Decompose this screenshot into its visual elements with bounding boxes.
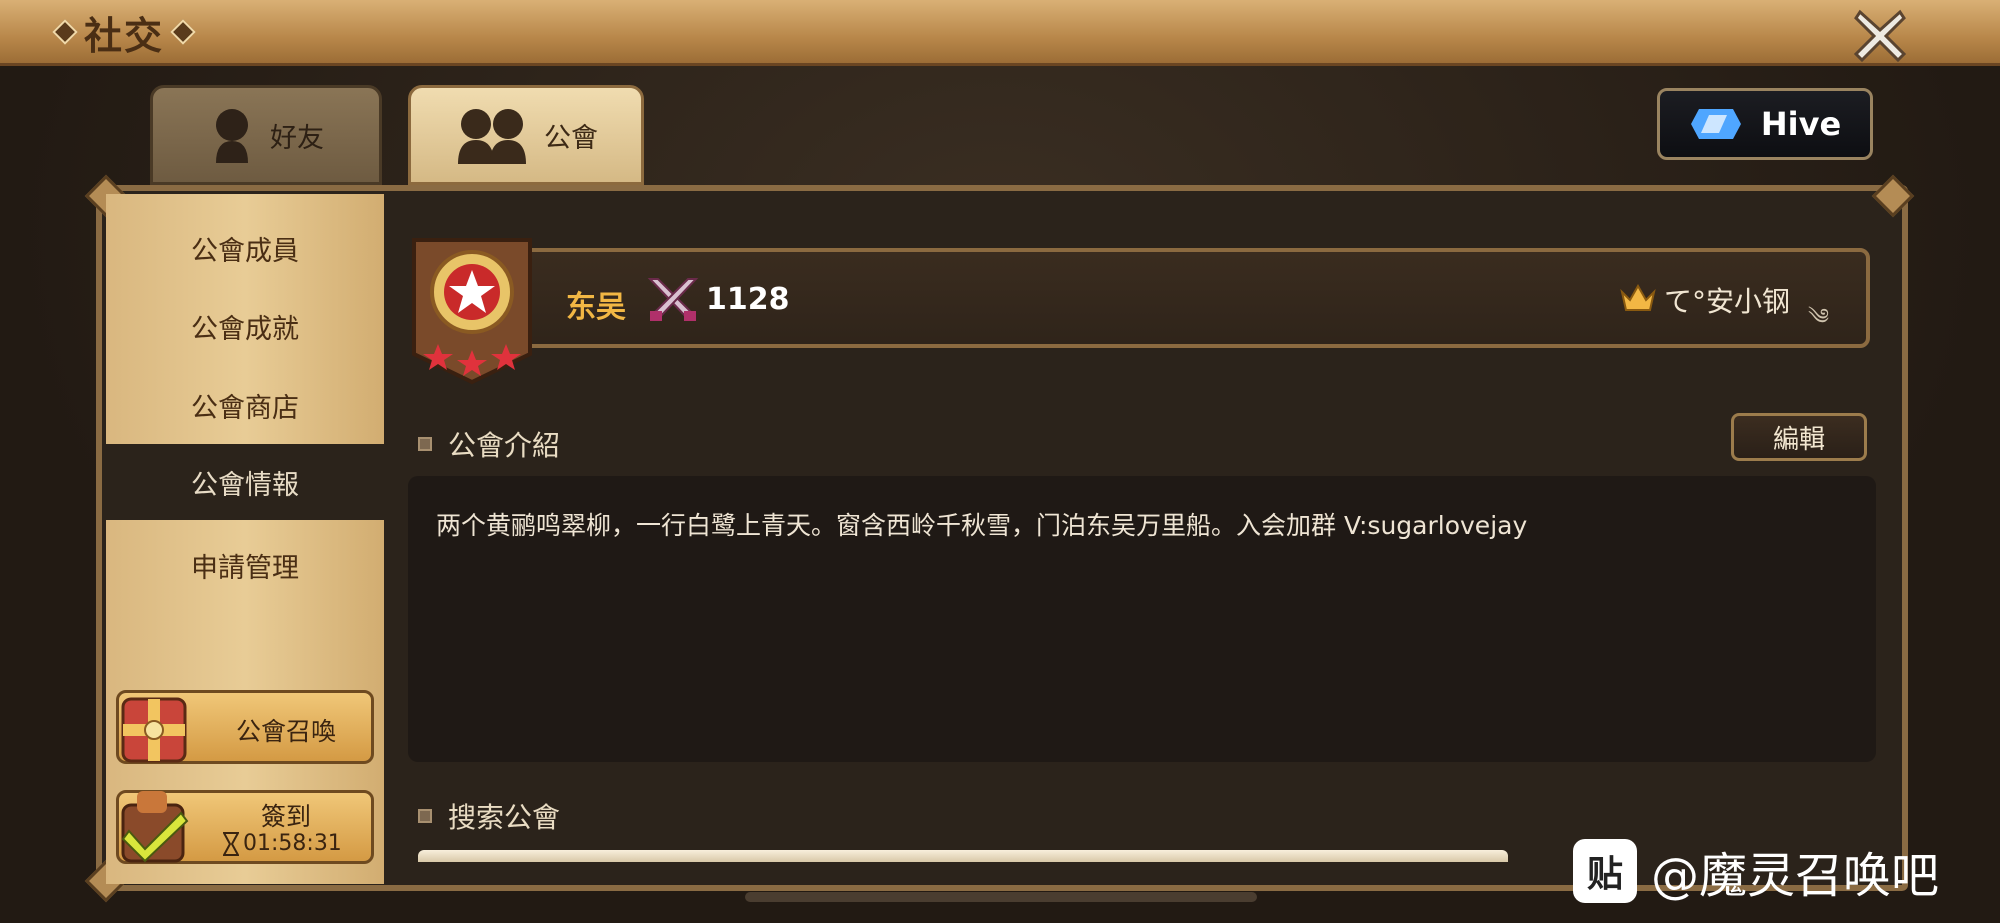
tieba-logo: 贴 <box>1573 839 1637 903</box>
gift-box-icon <box>121 697 187 763</box>
tab-guild-label: 公會 <box>544 122 598 154</box>
watermark-text: @魔灵召唤吧 <box>1651 848 1940 904</box>
intro-text: 两个黄鹂鸣翠柳，一行白鹭上青天。窗含西岭千秋雪，门泊东吴万里船。入会加群 V:s… <box>436 511 1528 540</box>
sidebar-item-label: 公會商店 <box>191 392 299 424</box>
title-bar: 社交 <box>0 0 2000 66</box>
search-heading-text: 搜索公會 <box>448 801 561 834</box>
hive-label: Hive <box>1760 105 1842 143</box>
hourglass-icon <box>223 831 239 856</box>
page-title: 社交 <box>84 13 165 58</box>
guild-summon-button[interactable]: 公會召喚 <box>116 690 374 764</box>
sidebar-item-shop[interactable]: 公會商店 <box>106 367 384 443</box>
tab-guild[interactable]: 公會 <box>408 85 644 185</box>
person-icon <box>216 109 248 163</box>
bullet-icon <box>418 437 432 451</box>
bullet-icon <box>418 809 432 823</box>
leader-decoration: ༄ <box>1808 305 1830 330</box>
sidebar-item-label: 申請管理 <box>191 552 299 584</box>
diamond-ornament-icon <box>52 19 78 45</box>
guild-summon-label: 公會召喚 <box>235 717 336 746</box>
guild-name: 东吴 <box>566 290 626 325</box>
checkin-timer: 01:58:31 <box>223 831 342 856</box>
sidebar-item-label: 公會情報 <box>191 469 299 501</box>
intro-heading-text: 公會介紹 <box>448 429 561 462</box>
watermark: 贴 @魔灵召唤吧 <box>1573 836 1939 906</box>
sidebar: 公會成員 公會成就 公會商店 公會情報 申請管理 公會召喚 簽到 01:58:3… <box>106 194 384 884</box>
search-heading: 搜索公會 <box>418 796 560 836</box>
group-icon <box>458 109 526 164</box>
guild-leader-name: て°安小钢 <box>1664 285 1791 318</box>
tab-friends-label: 好友 <box>270 122 324 154</box>
checkmark-chest-icon <box>121 791 189 863</box>
sidebar-item-label: 公會成就 <box>191 313 299 345</box>
diamond-ornament-icon <box>170 19 196 45</box>
sidebar-item-label: 公會成員 <box>191 235 299 267</box>
crown-icon <box>1620 284 1656 311</box>
checkin-label: 簽到 <box>260 802 311 831</box>
tab-friends[interactable]: 好友 <box>150 85 382 185</box>
checkin-button[interactable]: 簽到 01:58:31 <box>116 790 374 864</box>
guild-emblem-icon <box>412 238 532 385</box>
search-input[interactable] <box>418 850 1508 862</box>
checkin-timer-text: 01:58:31 <box>243 831 342 856</box>
crossed-swords-icon <box>647 278 699 321</box>
hive-logo-icon <box>1690 109 1741 139</box>
hive-button[interactable]: Hive <box>1657 88 1873 160</box>
sidebar-item-info[interactable]: 公會情報 <box>106 444 384 520</box>
guild-score: 1128 <box>706 282 790 317</box>
close-icon[interactable] <box>1848 2 1912 66</box>
edit-button[interactable]: 編輯 <box>1731 413 1867 461</box>
sidebar-item-members[interactable]: 公會成員 <box>106 210 384 286</box>
sidebar-item-achievements[interactable]: 公會成就 <box>106 288 384 364</box>
scrollbar[interactable] <box>745 892 1257 902</box>
intro-heading: 公會介紹 <box>418 424 560 464</box>
sidebar-item-applications[interactable]: 申請管理 <box>106 527 384 603</box>
title-group: 社交 <box>52 10 196 58</box>
